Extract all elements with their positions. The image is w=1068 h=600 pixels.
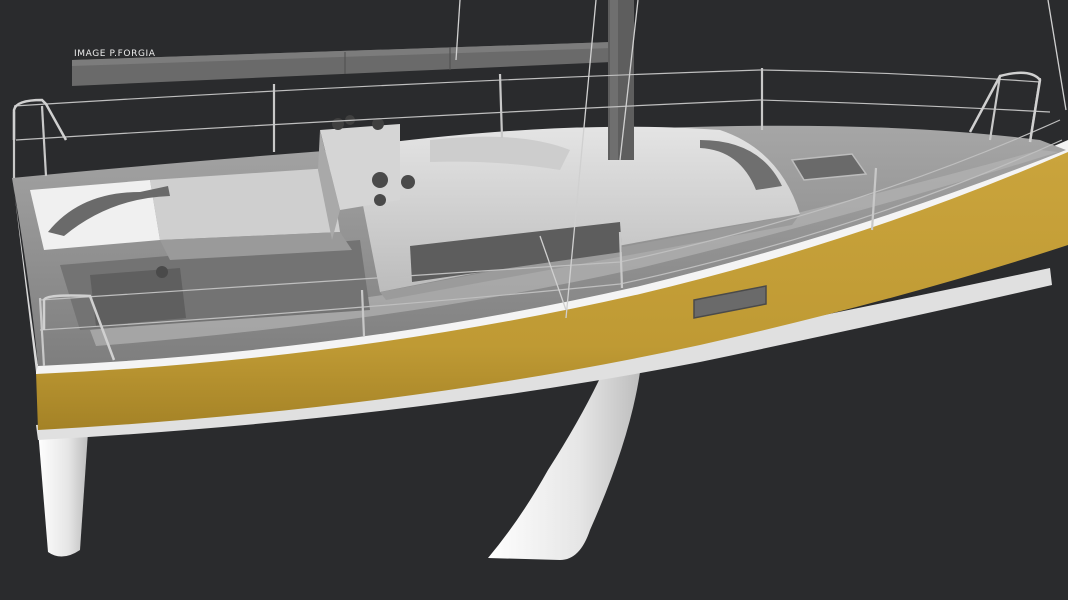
sailboat-illustration: IMAGE P.FORGIA — [0, 0, 1068, 600]
sailboat-render: IMAGE P.FORGIA — [0, 0, 1068, 600]
stern-winch — [156, 266, 168, 278]
image-credit: IMAGE P.FORGIA — [74, 49, 156, 59]
